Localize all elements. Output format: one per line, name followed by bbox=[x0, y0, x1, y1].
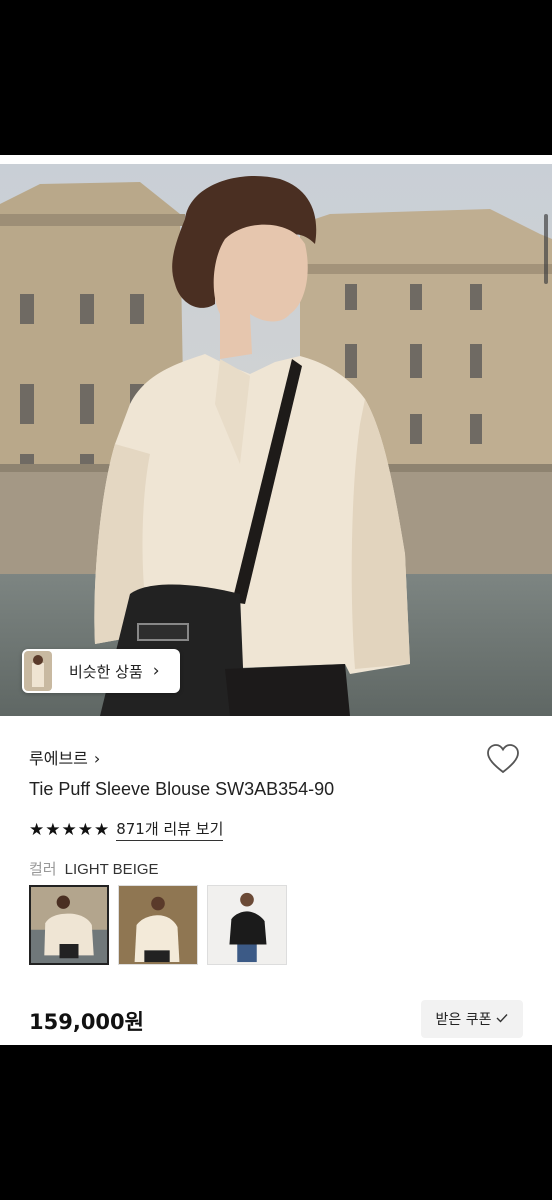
hero-photo bbox=[0, 164, 552, 716]
heart-icon[interactable] bbox=[486, 743, 520, 775]
similar-products-label: 비슷한 상품 bbox=[69, 662, 143, 681]
star-rating-icon: ★★★★★ bbox=[29, 819, 111, 840]
color-value: LIGHT BEIGE bbox=[64, 861, 159, 878]
color-swatches bbox=[29, 885, 287, 965]
similar-product-thumbnail bbox=[24, 651, 52, 691]
similar-products-button[interactable]: 비슷한 상품 › bbox=[22, 649, 180, 693]
product-title: Tie Puff Sleeve Blouse SW3AB354-90 bbox=[29, 779, 335, 799]
brand-name: 루에브르 bbox=[29, 749, 88, 768]
chevron-right-icon: › bbox=[152, 661, 160, 681]
chevron-right-icon: › bbox=[93, 749, 101, 768]
check-icon bbox=[496, 1011, 508, 1027]
product-hero-image[interactable] bbox=[0, 164, 552, 716]
received-coupon-button[interactable]: 받은 쿠폰 bbox=[421, 1000, 523, 1038]
brand-link[interactable]: 루에브르 › bbox=[29, 745, 100, 769]
swatch-cream[interactable] bbox=[118, 885, 198, 965]
reviews-link[interactable]: 871개 리뷰 보기 bbox=[116, 818, 224, 841]
rating-row: ★★★★★ 871개 리뷰 보기 bbox=[29, 818, 224, 841]
product-price: 159,000원 bbox=[29, 1010, 144, 1034]
color-key: 컬러 bbox=[29, 860, 57, 878]
product-screen: 비슷한 상품 › 루에브르 › Tie Puff Sleeve Blouse SW… bbox=[0, 155, 552, 1045]
swatch-light-beige[interactable] bbox=[29, 885, 109, 965]
scroll-indicator[interactable] bbox=[544, 214, 548, 284]
coupon-label: 받은 쿠폰 bbox=[435, 1012, 492, 1028]
swatch-black[interactable] bbox=[207, 885, 287, 965]
color-row: 컬러 LIGHT BEIGE bbox=[29, 858, 159, 879]
